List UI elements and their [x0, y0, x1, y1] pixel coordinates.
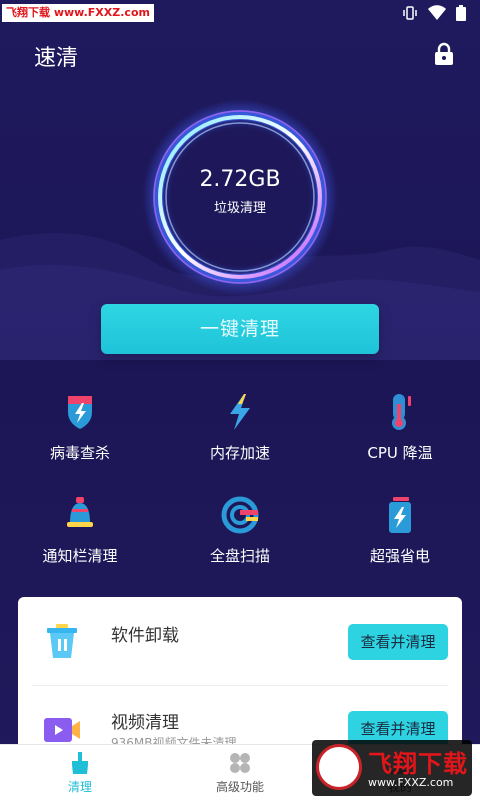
feature-cpu-cool[interactable]: CPU 降温 — [330, 392, 470, 463]
battery-icon — [456, 5, 466, 25]
tab-clean[interactable]: 清理 — [30, 751, 130, 795]
junk-size-value: 2.72GB — [199, 167, 281, 192]
feature-memory-boost[interactable]: 内存加速 — [170, 392, 310, 463]
tab-label: 清理 — [67, 780, 92, 794]
feature-label: 超强省电 — [369, 547, 430, 565]
battery-bolt-icon — [380, 495, 420, 535]
app-title: 速清 — [34, 46, 79, 71]
watermark-url: www.FXXZ.com — [368, 776, 454, 789]
watermark-logo: 飞翔下载 www.FXXZ.com — [312, 740, 472, 796]
grid-icon — [228, 751, 252, 775]
feature-power-save[interactable]: 超强省电 — [330, 495, 470, 566]
bell-icon — [60, 495, 100, 535]
watermark-circle-icon — [316, 744, 362, 790]
junk-ring[interactable]: 2.72GB 垃圾清理 — [140, 97, 340, 297]
wifi-icon — [428, 5, 446, 25]
row-title: 视频清理 — [111, 713, 179, 733]
row-title: 软件卸载 — [111, 626, 179, 646]
feature-label: 全盘扫描 — [209, 547, 270, 565]
vibrate-icon — [402, 5, 418, 25]
one-key-clean-button[interactable]: 一键清理 — [101, 304, 379, 354]
tab-label: 高级功能 — [215, 780, 264, 794]
feature-label: 通知栏清理 — [42, 547, 118, 565]
scan-icon — [220, 495, 260, 535]
feature-label: CPU 降温 — [367, 444, 433, 462]
junk-size-label: 垃圾清理 — [213, 201, 266, 216]
lightning-icon — [220, 392, 260, 432]
thermometer-icon — [380, 392, 420, 432]
feature-full-scan[interactable]: 全盘扫描 — [170, 495, 310, 566]
feature-notification-clean[interactable]: 通知栏清理 — [10, 495, 150, 566]
tab-advanced[interactable]: 高级功能 — [190, 751, 290, 795]
feature-label: 病毒查杀 — [49, 444, 110, 462]
watermark-title: 飞翔下载 — [368, 750, 468, 778]
virus-shield-icon — [60, 392, 100, 432]
trash-icon — [42, 621, 82, 661]
feature-virus-scan[interactable]: 病毒查杀 — [10, 392, 150, 463]
list-item-uninstall[interactable]: 软件卸载 查看并清理 — [18, 597, 462, 685]
lock-icon[interactable] — [434, 42, 454, 66]
feature-label: 内存加速 — [209, 444, 270, 462]
watermark-text-top: 飞翔下载 www.FXXZ.com — [2, 4, 154, 22]
view-and-clean-button[interactable]: 查看并清理 — [348, 624, 448, 660]
broom-icon — [68, 751, 92, 775]
status-bar: 飞翔下载 www.FXXZ.com — [0, 0, 480, 26]
